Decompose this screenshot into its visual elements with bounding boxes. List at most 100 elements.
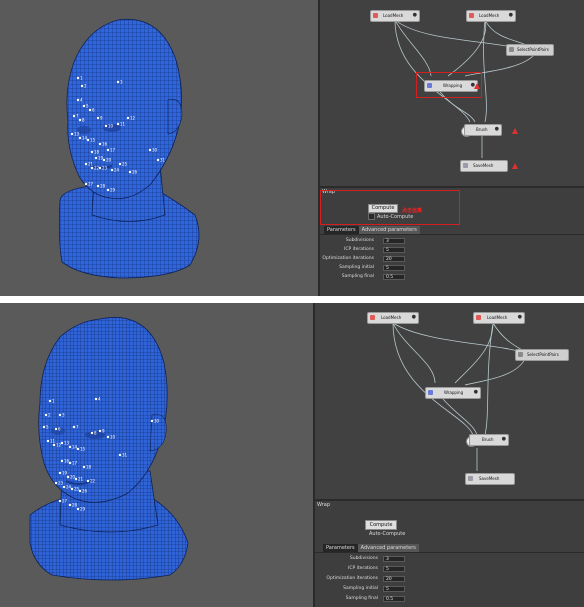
landmark-dot[interactable]: [44, 413, 48, 417]
landmark-dot[interactable]: [94, 397, 98, 401]
landmark-dot[interactable]: [42, 425, 46, 429]
bulb-icon[interactable]: ●: [495, 126, 499, 132]
landmark-dot[interactable]: [66, 475, 70, 479]
tab-advanced-parameters[interactable]: Advanced parameters: [357, 544, 419, 552]
subdivisions-input[interactable]: 3: [383, 556, 405, 562]
landmark-dot[interactable]: [76, 507, 80, 511]
landmark-dot[interactable]: [106, 188, 110, 192]
bulb-icon[interactable]: ●: [474, 389, 478, 395]
landmark-dot[interactable]: [128, 170, 132, 174]
landmark-dot[interactable]: [60, 441, 64, 445]
landmark-dot[interactable]: [72, 425, 76, 429]
node-savemesh[interactable]: SaveMesh: [465, 473, 515, 485]
landmark-dot[interactable]: [98, 142, 102, 146]
landmark-dot[interactable]: [90, 166, 94, 170]
landmark-dot[interactable]: [116, 122, 120, 126]
landmark-dot[interactable]: [78, 489, 82, 493]
landmark-dot[interactable]: [72, 114, 76, 118]
node-loadmesh-2[interactable]: LoadMesh ●: [473, 312, 525, 324]
subdivisions-input[interactable]: 3: [383, 238, 405, 244]
landmark-dot[interactable]: [68, 445, 72, 449]
landmark-dot[interactable]: [74, 477, 78, 481]
landmark-dot[interactable]: [82, 465, 86, 469]
tab-advanced-parameters[interactable]: Advanced parameters: [358, 226, 420, 234]
node-selectpointpairs[interactable]: SelectPointPairs: [506, 44, 554, 56]
landmark-dot[interactable]: [90, 150, 94, 154]
landmark-dot[interactable]: [76, 98, 80, 102]
tab-parameters[interactable]: Parameters: [323, 544, 358, 552]
node-loadmesh-2[interactable]: LoadMesh ●: [466, 10, 516, 22]
3d-viewport[interactable]: 1 2 3 4 5 6 7 8 9 10 11 12 13 14 15 16 17 18 19 20 21 22 23 24 2…: [0, 303, 313, 607]
node-loadmesh-1[interactable]: LoadMesh ●: [367, 312, 419, 324]
landmark-dot[interactable]: [148, 148, 152, 152]
bulb-icon[interactable]: ●: [502, 436, 506, 442]
landmark-dot[interactable]: [90, 431, 94, 435]
bulb-icon[interactable]: ●: [412, 314, 416, 320]
landmark-dot[interactable]: [106, 148, 110, 152]
landmark-dot[interactable]: [86, 479, 90, 483]
sampling-initial-input[interactable]: 5: [383, 265, 405, 271]
landmark-dot[interactable]: [58, 471, 62, 475]
sampling-initial-input[interactable]: 5: [383, 586, 405, 592]
landmark-dot[interactable]: [98, 166, 102, 170]
landmark-dot[interactable]: [82, 104, 86, 108]
node-loadmesh-1[interactable]: LoadMesh ●: [370, 10, 420, 22]
landmark-dot[interactable]: [76, 447, 80, 451]
icp-iterations-input[interactable]: 5: [383, 566, 405, 572]
landmark-dot[interactable]: [46, 439, 50, 443]
landmark-dot[interactable]: [54, 481, 58, 485]
sampling-final-input[interactable]: 0.5: [383, 274, 405, 280]
landmark-dot[interactable]: [150, 419, 154, 423]
landmark-dot[interactable]: [84, 162, 88, 166]
landmark-dot[interactable]: [84, 182, 88, 186]
bulb-icon[interactable]: ●: [518, 314, 522, 320]
landmark-dot[interactable]: [126, 116, 130, 120]
landmark-dot[interactable]: [156, 158, 160, 162]
optimization-iterations-input[interactable]: 20: [383, 256, 405, 262]
landmark-dot[interactable]: [96, 184, 100, 188]
bulb-icon[interactable]: ●: [509, 12, 513, 18]
landmark-dot[interactable]: [94, 156, 98, 160]
landmark-dot[interactable]: [116, 80, 120, 84]
auto-compute-row[interactable]: Auto-Compute: [369, 531, 405, 537]
node-wrapping[interactable]: Wrapping ●: [425, 387, 481, 399]
landmark-dot[interactable]: [80, 84, 84, 88]
landmark-dot[interactable]: [106, 435, 110, 439]
landmark-dot[interactable]: [68, 461, 72, 465]
landmark-dot[interactable]: [86, 138, 90, 142]
landmark-dot[interactable]: [70, 487, 74, 491]
landmark-dot[interactable]: [78, 136, 82, 140]
compute-button[interactable]: Compute: [365, 520, 397, 530]
landmark-dot[interactable]: [68, 503, 72, 507]
landmark-dot[interactable]: [78, 118, 82, 122]
node-brush[interactable]: Brush ●: [464, 124, 502, 136]
landmark-dot[interactable]: [118, 162, 122, 166]
sampling-final-input[interactable]: 0.5: [383, 596, 405, 602]
landmark-dot[interactable]: [58, 413, 62, 417]
landmark-dot[interactable]: [58, 499, 62, 503]
landmark-dot[interactable]: [52, 443, 56, 447]
landmark-dot[interactable]: [88, 108, 92, 112]
optimization-iterations-input[interactable]: 20: [383, 576, 405, 582]
landmark-dot[interactable]: [70, 132, 74, 136]
landmark-dot[interactable]: [76, 76, 80, 80]
node-selectpointpairs[interactable]: SelectPointPairs: [515, 349, 569, 361]
landmark-dot[interactable]: [110, 168, 114, 172]
landmark-dot[interactable]: [98, 429, 102, 433]
tab-parameters[interactable]: Parameters: [324, 226, 359, 234]
node-graph[interactable]: LoadMesh ● LoadMesh ● SelectPointPairs W…: [315, 303, 584, 499]
landmark-dot[interactable]: [60, 459, 64, 463]
landmark-dot[interactable]: [104, 124, 108, 128]
landmark-dot[interactable]: [62, 485, 66, 489]
node-graph[interactable]: LoadMesh ● LoadMesh ● SelectPointPairs W…: [320, 0, 584, 186]
node-savemesh[interactable]: SaveMesh: [460, 160, 508, 172]
landmark-dot[interactable]: [102, 158, 106, 162]
landmark-dot[interactable]: [48, 399, 52, 403]
3d-viewport[interactable]: 1 2 3 4 5 6 7 8 9 10 11 12 13 14 15 16 17 18 19 20 21 22 23 24 2…: [0, 0, 318, 296]
bulb-icon[interactable]: ●: [413, 12, 417, 18]
icp-iterations-input[interactable]: 5: [383, 247, 405, 253]
landmark-dot[interactable]: [118, 453, 122, 457]
node-brush[interactable]: Brush ●: [469, 434, 509, 446]
landmark-dot[interactable]: [96, 116, 100, 120]
landmark-dot[interactable]: [54, 427, 58, 431]
